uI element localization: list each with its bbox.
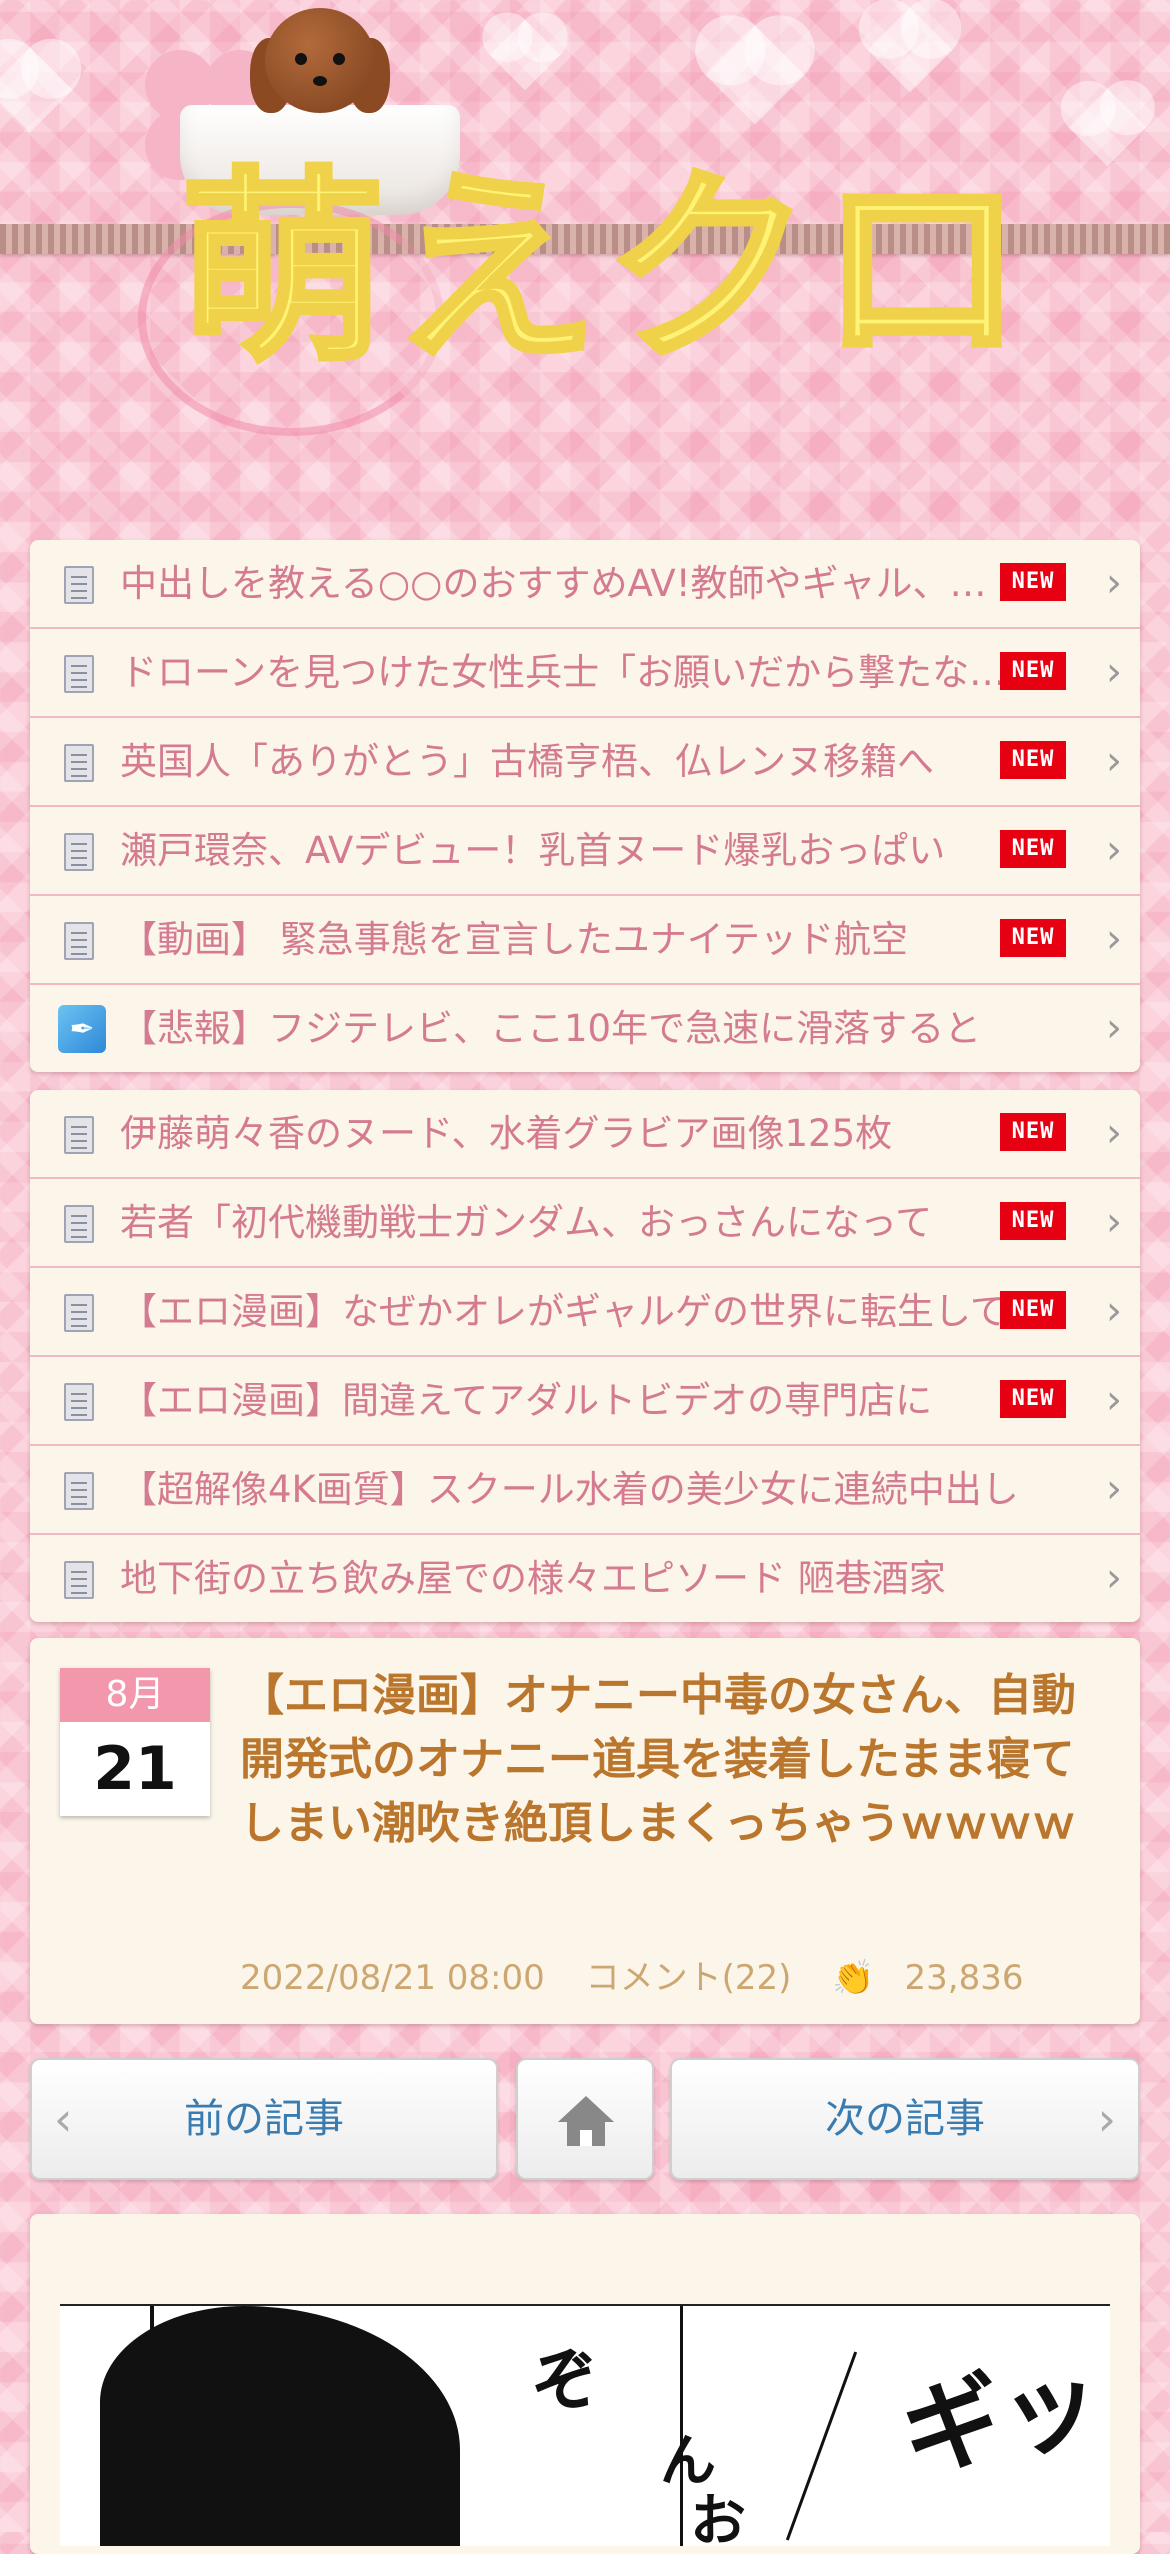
new-badge: NEW xyxy=(1000,830,1066,868)
list-item[interactable]: 瀬戸環奈、AVデビュー！乳首ヌード爆乳おっぱい NEW › xyxy=(30,807,1140,896)
date-day: 21 xyxy=(93,1734,177,1804)
list-item[interactable]: 英国人「ありがとう」古橋亨梧、仏レンヌ移籍へ NEW › xyxy=(30,718,1140,807)
list-item[interactable]: 【エロ漫画】なぜかオレがギャルゲの世界に転生して NEW › xyxy=(30,1268,1140,1357)
heart-decoration xyxy=(489,19,561,91)
article-meta: 2022/08/21 08:00 コメント(22) 👏 23,836 xyxy=(240,1950,1054,1999)
list-item[interactable]: ✒ 【悲報】フジテレビ、ここ10年で急速に滑落すると › xyxy=(30,985,1140,1072)
recommended-links-list: 中出しを教える○○のおすすめAV!教師やギャル、人妻まで NEW › ドローンを… xyxy=(30,540,1140,1072)
list-item[interactable]: 【動画】 緊急事態を宣言したユナイテッド航空 NEW › xyxy=(30,896,1140,985)
heart-decoration xyxy=(705,25,805,125)
site-header[interactable]: 萌えクロ xyxy=(0,0,1170,520)
list-item[interactable]: 地下街の立ち飲み屋での様々エピソード 陋巷酒家 › xyxy=(30,1535,1140,1622)
document-icon xyxy=(64,922,94,960)
list-item-label: 若者「初代機動戦士ガンダム、おっさんになって xyxy=(120,1201,933,1244)
document-icon xyxy=(64,744,94,782)
manga-sound-effect: ギッ xyxy=(892,2341,1110,2493)
document-icon xyxy=(64,1561,94,1599)
list-item-label: 伊藤萌々香のヌード、水着グラビア画像125枚 xyxy=(120,1112,893,1155)
document-icon xyxy=(64,1116,94,1154)
list-item-label: 英国人「ありがとう」古橋亨梧、仏レンヌ移籍へ xyxy=(120,740,934,783)
manga-image: ぞ ん お ギッ xyxy=(60,2304,1110,2546)
new-badge: NEW xyxy=(1000,652,1066,690)
list-item[interactable]: 若者「初代機動戦士ガンダム、おっさんになって NEW › xyxy=(30,1179,1140,1268)
list-item-label: 【悲報】フジテレビ、ここ10年で急速に滑落すると xyxy=(120,1007,982,1050)
manga-sound-effect: お xyxy=(690,2488,746,2546)
comments-link[interactable]: コメント(22) xyxy=(586,1958,792,1998)
article-content: ぞ ん お ギッ xyxy=(30,2214,1140,2554)
next-article-label: 次の記事 xyxy=(825,2096,985,2142)
list-item-label: 瀬戸環奈、AVデビュー！乳首ヌード爆乳おっぱい xyxy=(120,829,946,872)
new-badge: NEW xyxy=(1000,1380,1066,1418)
related-links-list: 伊藤萌々香のヌード、水着グラビア画像125枚 NEW › 若者「初代機動戦士ガン… xyxy=(30,1090,1140,1622)
heart-decoration xyxy=(0,47,73,133)
chevron-right-icon: › xyxy=(1106,560,1122,606)
new-badge: NEW xyxy=(1000,1202,1066,1240)
site-logo[interactable]: 萌えクロ xyxy=(177,165,1032,376)
home-icon xyxy=(558,2096,614,2146)
chevron-right-icon: › xyxy=(1106,827,1122,873)
document-icon xyxy=(64,1383,94,1421)
manga-panel-line xyxy=(785,2351,858,2541)
list-item-label: ドローンを見つけた女性兵士「お願いだから撃たないで」 xyxy=(120,651,1010,694)
list-item[interactable]: 中出しを教える○○のおすすめAV!教師やギャル、人妻まで NEW › xyxy=(30,540,1140,629)
document-icon xyxy=(64,566,94,604)
chevron-right-icon: › xyxy=(1106,1199,1122,1245)
new-badge: NEW xyxy=(1000,919,1066,957)
new-badge: NEW xyxy=(1000,1113,1066,1151)
article-header: 8月 21 【エロ漫画】オナニー中毒の女さん、自動開発式のオナニー道具を装着した… xyxy=(30,1638,1140,2024)
chevron-right-icon: › xyxy=(1106,1005,1122,1051)
prev-article-label: 前の記事 xyxy=(184,2096,344,2142)
chevron-right-icon: › xyxy=(1106,1288,1122,1334)
manga-panel-line xyxy=(150,2306,154,2546)
chevron-right-icon: › xyxy=(1106,1466,1122,1512)
chevron-right-icon: › xyxy=(1106,1110,1122,1156)
article-title: 【エロ漫画】オナニー中毒の女さん、自動開発式のオナニー道具を装着したまま寝てしま… xyxy=(240,1670,1076,1849)
date-month: 8月 xyxy=(60,1668,210,1722)
heart-decoration xyxy=(867,7,953,93)
next-article-button[interactable]: 次の記事 › xyxy=(670,2058,1140,2180)
feather-icon: ✒ xyxy=(58,1005,106,1053)
list-item-label: 【動画】 緊急事態を宣言したユナイテッド航空 xyxy=(120,918,909,961)
new-badge: NEW xyxy=(1000,563,1066,601)
list-item-label: 【エロ漫画】なぜかオレがギャルゲの世界に転生して xyxy=(120,1290,1007,1333)
chevron-right-icon: › xyxy=(1106,738,1122,784)
home-button[interactable] xyxy=(516,2058,654,2180)
list-item[interactable]: 【エロ漫画】間違えてアダルトビデオの専門店に NEW › xyxy=(30,1357,1140,1446)
chevron-right-icon: › xyxy=(1106,649,1122,695)
document-icon xyxy=(64,833,94,871)
list-item-label: 中出しを教える○○のおすすめAV!教師やギャル、人妻まで xyxy=(120,562,1010,605)
puppy-image xyxy=(250,8,390,128)
heart-decoration xyxy=(1068,88,1147,167)
list-item[interactable]: 【超解像4K画質】スクール水着の美少女に連続中出し › xyxy=(30,1446,1140,1535)
chevron-right-icon: › xyxy=(1097,2092,1116,2146)
manga-sound-effect: ぞ xyxy=(521,2332,611,2431)
article-datetime: 2022/08/21 08:00 xyxy=(240,1958,545,1998)
chevron-right-icon: › xyxy=(1106,916,1122,962)
document-icon xyxy=(64,1205,94,1243)
document-icon xyxy=(64,1472,94,1510)
new-badge: NEW xyxy=(1000,1291,1066,1329)
list-item[interactable]: ドローンを見つけた女性兵士「お願いだから撃たないで」 NEW › xyxy=(30,629,1140,718)
document-icon xyxy=(64,655,94,693)
document-icon xyxy=(64,1294,94,1332)
new-badge: NEW xyxy=(1000,741,1066,779)
chevron-right-icon: › xyxy=(1106,1555,1122,1601)
prev-article-button[interactable]: ‹ 前の記事 xyxy=(30,2058,498,2180)
list-item-label: 地下街の立ち飲み屋での様々エピソード 陋巷酒家 xyxy=(120,1557,946,1600)
clap-count: 23,836 xyxy=(904,1958,1024,1998)
list-item-label: 【エロ漫画】間違えてアダルトビデオの専門店に xyxy=(120,1379,933,1422)
date-badge: 8月 21 xyxy=(60,1668,210,1816)
list-item[interactable]: 伊藤萌々香のヌード、水着グラビア画像125枚 NEW › xyxy=(30,1090,1140,1179)
chevron-right-icon: › xyxy=(1106,1377,1122,1423)
list-item-label: 【超解像4K画質】スクール水着の美少女に連続中出し xyxy=(120,1468,1019,1511)
manga-character-hair xyxy=(100,2306,460,2546)
clap-icon: 👏 xyxy=(832,1958,875,1998)
